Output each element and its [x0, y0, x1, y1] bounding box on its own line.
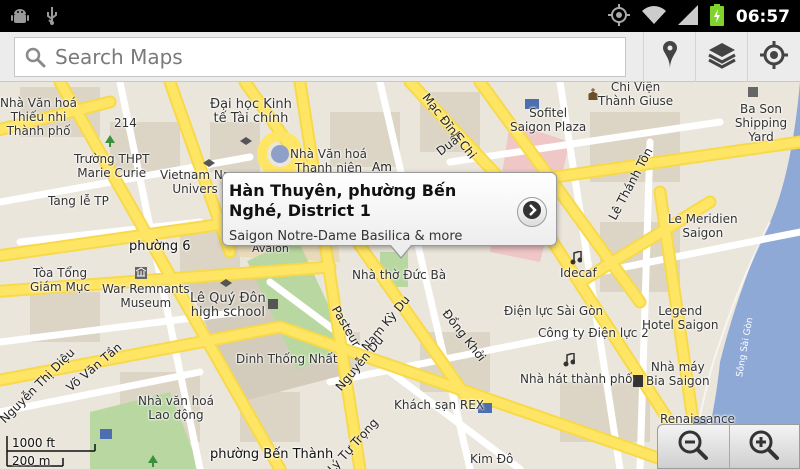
map-label[interactable]: Tang lễ TP [48, 194, 109, 208]
zoom-in-icon [748, 429, 780, 465]
map-label[interactable]: Điện lực Sài Gòn [504, 304, 603, 318]
map-label[interactable]: Nhà thờ Đức Bà [352, 268, 446, 282]
district-label: phường 6 [129, 239, 191, 254]
map-label[interactable]: Sofitel Saigon Plaza [510, 106, 586, 134]
map-label[interactable]: Nhà máy Bia Saigon [646, 360, 710, 388]
map-label[interactable]: Tòa Tổng Giám Mục [30, 266, 90, 294]
map-label: 214 [114, 116, 137, 130]
map-label[interactable]: Nhà hát thành phố [520, 372, 632, 386]
zoom-controls [657, 424, 800, 469]
search-box[interactable] [14, 37, 626, 77]
museum-icon [135, 264, 147, 283]
hotel-icon [633, 372, 643, 391]
map-label[interactable]: War Remnants Museum [102, 282, 190, 310]
map-label[interactable]: Ba Son Shipping Yard [722, 102, 800, 144]
map-label[interactable]: Nhà Văn hoá Thanh niên [290, 147, 367, 175]
zoom-in-button[interactable] [728, 425, 800, 469]
scale-bar: 1000 ft 200 m [6, 436, 126, 469]
search-icon [15, 46, 55, 68]
church-icon [588, 85, 598, 104]
map-label[interactable]: Le Meridien Saigon [668, 212, 738, 240]
map-label[interactable]: Dinh Thống Nhất [236, 352, 338, 366]
map-label[interactable]: Công ty Điện lực 2 [538, 326, 649, 340]
zoom-out-icon [677, 429, 709, 465]
chevron-right-icon [523, 201, 541, 223]
music-venue-icon [563, 352, 576, 371]
signal-icon [677, 5, 698, 29]
place-info-bubble[interactable]: Hàn Thuyên, phường Bến Nghé, District 1 … [222, 172, 557, 259]
gps-icon [607, 4, 630, 30]
my-location-button[interactable] [747, 32, 799, 82]
places-pin-icon [661, 40, 679, 74]
school-icon [240, 132, 252, 151]
android-debug-icon [10, 6, 30, 30]
map-label[interactable]: Kim Đô [470, 452, 513, 466]
map-label[interactable]: Khách sạn REX [394, 398, 484, 412]
scale-imperial: 1000 ft [12, 436, 56, 450]
search-input[interactable] [55, 45, 615, 69]
map-canvas[interactable]: Nhà Văn hoá Thiếu nhi Thành phố 214 Đại … [0, 82, 800, 469]
clock: 06:57 [735, 7, 790, 27]
map-label[interactable]: Nhà Văn hoá Thiếu nhi Thành phố [0, 96, 77, 138]
map-label[interactable]: Legend Hotel Saigon [642, 304, 718, 332]
wifi-icon [641, 5, 666, 29]
place-details-button[interactable] [517, 197, 547, 227]
usb-icon [44, 6, 60, 30]
landmark-icon [268, 294, 278, 313]
search-toolbar [0, 32, 800, 82]
map-label[interactable]: Đại học Kinh tế Tài chính [210, 98, 292, 126]
map-label[interactable]: Vietnam Na Univers [160, 168, 230, 196]
battery-charging-icon [709, 4, 724, 30]
park-icon [148, 452, 158, 469]
park-icon [105, 132, 115, 151]
scale-metric: 200 m [12, 454, 51, 468]
map-label[interactable]: Idecaf [560, 266, 597, 280]
map-label[interactable]: Trường THPT Marie Curie [74, 152, 149, 180]
map-label[interactable]: Lê Quý Đôn high school [190, 292, 266, 320]
map-label[interactable]: Chi Viện Thành Giuse [598, 82, 673, 108]
marker-icon [748, 82, 758, 101]
place-subtitle[interactable]: Saigon Notre-Dame Basilica & more [229, 229, 462, 244]
status-bar: 06:57 [0, 0, 800, 32]
zoom-out-button[interactable] [658, 425, 729, 469]
map-label[interactable]: Nhà văn hoá Lao động [138, 394, 214, 422]
my-location-icon [759, 40, 789, 74]
places-button[interactable] [643, 32, 695, 82]
district-label: phường Bến Thành [210, 447, 334, 462]
layers-button[interactable] [695, 32, 747, 82]
place-title[interactable]: Hàn Thuyên, phường Bến Nghé, District 1 [229, 181, 514, 221]
layers-icon [707, 41, 737, 73]
bubble-tail [391, 245, 411, 257]
